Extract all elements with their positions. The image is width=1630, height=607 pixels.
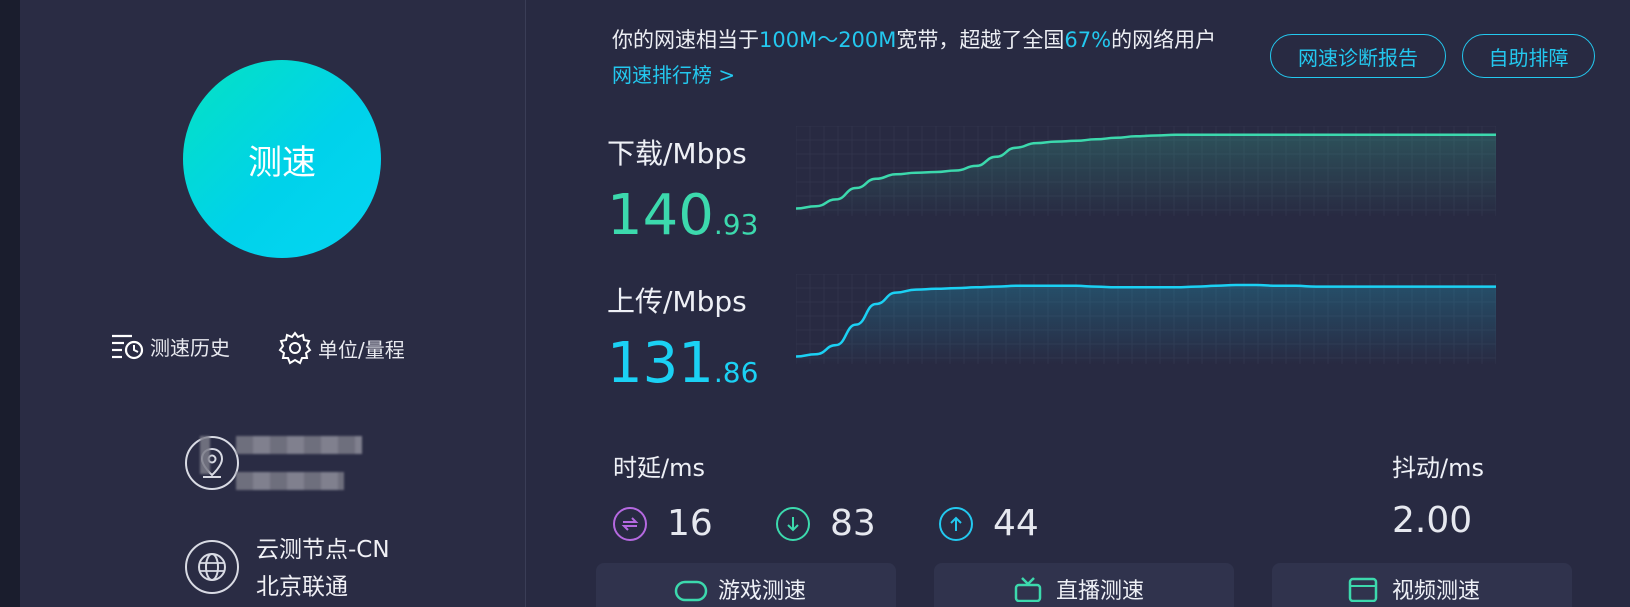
- video-icon: [1348, 577, 1378, 602]
- left-edge-strip: [0, 0, 20, 607]
- location-icon: [185, 436, 239, 490]
- self-troubleshoot-label: 自助排障: [1488, 45, 1569, 70]
- latency-idle-value: 16: [667, 503, 713, 544]
- upload-speed-int: 131: [607, 331, 714, 396]
- self-troubleshoot-button[interactable]: 自助排障: [1462, 34, 1595, 78]
- redacted-location-line-1: [236, 436, 362, 454]
- test-node-name: 云测节点-CN: [256, 537, 390, 563]
- download-speed-value: 140.93: [607, 188, 758, 244]
- speed-summary: 你的网速相当于100M～200M宽带，超越了全国67%的网络用户: [612, 24, 1216, 54]
- game-test-card[interactable]: 游戏测速: [596, 563, 896, 607]
- sidebar: 测速 测速历史 单位/量程 云测节点-CN 北京联通: [20, 0, 526, 607]
- upload-label: 上传/Mbps: [607, 285, 747, 318]
- latency-upload-value: 44: [993, 503, 1039, 544]
- jitter-label: 抖动/ms: [1392, 454, 1484, 482]
- video-test-label: 视频测速: [1392, 579, 1481, 604]
- latency-label: 时延/ms: [613, 454, 705, 482]
- gamepad-icon: [674, 580, 708, 602]
- upload-speed-area: [796, 285, 1496, 364]
- upload-speed-value: 131.86: [607, 336, 758, 392]
- start-speed-test-button[interactable]: 测速: [183, 60, 381, 258]
- globe-icon: [185, 540, 239, 594]
- game-test-label: 游戏测速: [718, 579, 807, 604]
- video-test-card[interactable]: 视频测速: [1272, 563, 1572, 607]
- latency-idle: 16: [613, 503, 713, 544]
- arrow-up-icon: [939, 506, 973, 541]
- upload-speed-dec: .86: [713, 356, 759, 389]
- history-icon: [112, 334, 144, 360]
- latency-download: 83: [776, 503, 876, 544]
- speed-ranking-link[interactable]: 网速排行榜 >: [612, 59, 735, 88]
- live-test-card[interactable]: 直播测速: [934, 563, 1234, 607]
- speed-test-button-label: 测速: [248, 142, 316, 183]
- arrow-down-icon: [776, 506, 810, 541]
- gear-icon: [278, 331, 312, 365]
- upload-speed-chart: [796, 274, 1496, 364]
- speed-history-button[interactable]: 测速历史: [110, 331, 230, 361]
- download-speed-dec: .93: [713, 208, 759, 241]
- redacted-location-edge: [200, 436, 210, 474]
- swap-arrows-icon: [613, 506, 647, 541]
- download-speed-int: 140: [607, 183, 714, 248]
- redacted-location-line-2: [236, 472, 344, 490]
- summary-bandwidth: 100M～200M: [759, 28, 897, 52]
- diagnosis-report-button[interactable]: 网速诊断报告: [1270, 34, 1446, 78]
- latency-upload: 44: [939, 503, 1039, 544]
- test-node-isp: 北京联通: [256, 574, 348, 600]
- summary-suffix: 的网络用户: [1111, 28, 1217, 52]
- download-label: 下载/Mbps: [607, 137, 747, 170]
- jitter-value: 2.00: [1392, 500, 1473, 541]
- speed-history-label: 测速历史: [150, 335, 230, 360]
- tv-icon: [1014, 577, 1042, 602]
- live-test-label: 直播测速: [1056, 579, 1145, 604]
- download-speed-area: [796, 134, 1496, 216]
- units-range-button[interactable]: 单位/量程: [278, 331, 405, 365]
- diagnosis-report-label: 网速诊断报告: [1298, 45, 1418, 70]
- latency-download-value: 83: [830, 503, 876, 544]
- summary-prefix: 你的网速相当于: [612, 28, 759, 52]
- units-range-label: 单位/量程: [318, 337, 405, 362]
- summary-percent: 67%: [1064, 28, 1112, 52]
- summary-middle: 宽带，超越了全国: [896, 28, 1065, 52]
- download-speed-chart: [796, 126, 1496, 216]
